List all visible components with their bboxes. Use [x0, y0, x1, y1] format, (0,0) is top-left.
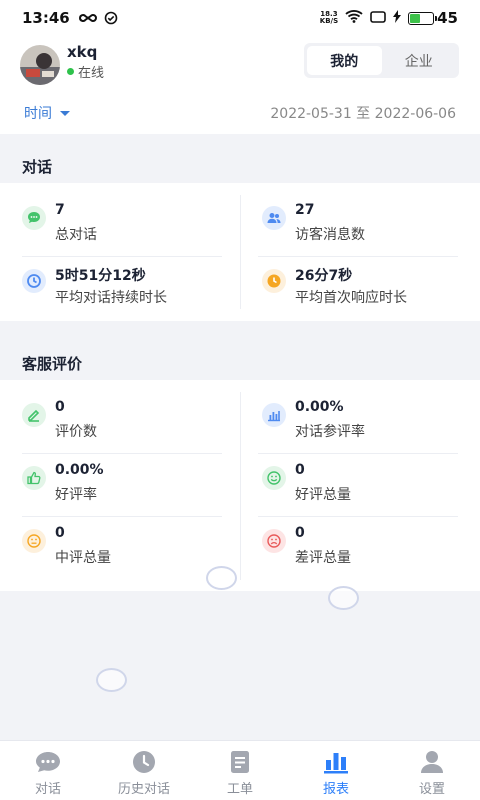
- stat-value: 0: [55, 525, 65, 541]
- online-status-label: 在线: [78, 66, 105, 81]
- screen-icon: [370, 9, 386, 27]
- stat-label: 评价数: [55, 424, 97, 440]
- date-range: 2022-05-31 至 2022-06-06: [270, 106, 456, 122]
- stat-evaluation-count: 0 评价数: [0, 391, 240, 454]
- stat-positive-rate: 0.00% 好评率: [0, 454, 240, 517]
- tab-history[interactable]: 历史对话: [96, 741, 192, 800]
- stat-value: 0.00%: [55, 462, 104, 478]
- bar-chart-icon: [262, 403, 286, 427]
- stat-value: 5时51分12秒: [55, 268, 146, 284]
- evaluation-card: 0 评价数 0.00% 对话参评率 0.00% 好评率 0 好评总量 0 中评总…: [0, 380, 480, 591]
- segment-enterprise[interactable]: 企业: [382, 46, 457, 75]
- tab-report[interactable]: 报表: [288, 741, 384, 800]
- stat-label: 对话参评率: [295, 424, 365, 440]
- touch-indicator: [328, 586, 359, 610]
- users-icon: [262, 206, 286, 230]
- online-status: 在线: [67, 62, 104, 81]
- stat-visitor-messages: 27 访客消息数: [240, 194, 480, 257]
- stat-label: 访客消息数: [295, 227, 365, 243]
- tab-settings[interactable]: 设置: [384, 741, 480, 800]
- wifi-icon: [345, 9, 363, 27]
- tab-label: 工单: [226, 782, 253, 797]
- scope-segmented-control: 我的 企业: [304, 43, 459, 78]
- stat-positive-total: 0 好评总量: [240, 454, 480, 517]
- tab-label: 历史对话: [117, 782, 170, 797]
- tab-label: 对话: [34, 782, 61, 797]
- touch-indicator: [96, 668, 127, 692]
- stat-value: 27: [295, 202, 315, 218]
- battery-level: 45: [437, 9, 458, 27]
- person-settings-icon: [419, 750, 445, 774]
- section-title-conversation: 对话: [22, 158, 53, 176]
- stat-label: 平均首次响应时长: [295, 290, 407, 306]
- ticket-icon: [230, 750, 250, 774]
- chat-bubble-icon: [22, 206, 46, 230]
- stat-value: 0: [295, 525, 305, 541]
- stat-neutral-total: 0 中评总量: [0, 517, 240, 580]
- stat-label: 好评总量: [295, 487, 351, 503]
- stat-value: 0.00%: [295, 399, 344, 415]
- tab-label: 报表: [322, 782, 349, 797]
- header: xkq 在线 我的 企业 时间 2022-05-31 至 2022-06-06: [0, 36, 480, 134]
- stat-evaluation-rate: 0.00% 对话参评率: [240, 391, 480, 454]
- tab-label: 设置: [418, 782, 445, 797]
- status-bar: 13:46 18.3 KB/S 45: [0, 0, 480, 36]
- conversation-card: 7 总对话 27 访客消息数 5时51分12秒 平均对话持续时长 26分7秒 平…: [0, 183, 480, 321]
- stat-avg-conversation-duration: 5时51分12秒 平均对话持续时长: [0, 257, 240, 320]
- clock-icon: [22, 269, 46, 293]
- stat-label: 平均对话持续时长: [55, 290, 167, 306]
- stat-label: 中评总量: [55, 550, 111, 566]
- stat-value: 26分7秒: [295, 268, 353, 284]
- sad-face-icon: [262, 529, 286, 553]
- stat-label: 差评总量: [295, 550, 351, 566]
- time-filter-label: 时间: [24, 106, 52, 122]
- charging-icon: [393, 9, 402, 27]
- tab-ticket[interactable]: 工单: [192, 741, 288, 800]
- stat-value: 7: [55, 202, 65, 218]
- avatar[interactable]: [20, 45, 60, 85]
- neutral-face-icon: [22, 529, 46, 553]
- stat-label: 好评率: [55, 487, 97, 503]
- check-circle-icon: [104, 11, 118, 25]
- bottom-tab-bar: 对话 历史对话 工单 报表 设置: [0, 740, 480, 800]
- stat-label: 总对话: [55, 227, 97, 243]
- history-clock-icon: [132, 750, 156, 774]
- clock-icon: [262, 269, 286, 293]
- thumbs-up-icon: [22, 466, 46, 490]
- chat-icon: [34, 750, 62, 774]
- link-icon: [78, 12, 98, 24]
- stat-negative-total: 0 差评总量: [240, 517, 480, 580]
- battery-indicator: 45: [408, 9, 458, 27]
- time-filter-dropdown[interactable]: 时间: [24, 103, 70, 123]
- online-dot-icon: [67, 68, 74, 75]
- tab-conversation[interactable]: 对话: [0, 741, 96, 800]
- caret-down-icon: [60, 110, 70, 116]
- net-speed: 18.3 KB/S: [319, 10, 339, 25]
- stat-value: 0: [295, 462, 305, 478]
- status-time: 13:46: [22, 9, 70, 27]
- user-name: xkq: [67, 43, 98, 61]
- pen-icon: [22, 403, 46, 427]
- segment-mine[interactable]: 我的: [307, 46, 382, 75]
- smile-icon: [262, 466, 286, 490]
- section-title-evaluation: 客服评价: [22, 355, 83, 373]
- battery-icon: [408, 11, 438, 25]
- stat-total-conversations: 7 总对话: [0, 194, 240, 257]
- touch-indicator: [206, 566, 237, 590]
- report-chart-icon: [323, 750, 349, 774]
- stat-value: 0: [55, 399, 65, 415]
- stat-avg-first-response: 26分7秒 平均首次响应时长: [240, 257, 480, 320]
